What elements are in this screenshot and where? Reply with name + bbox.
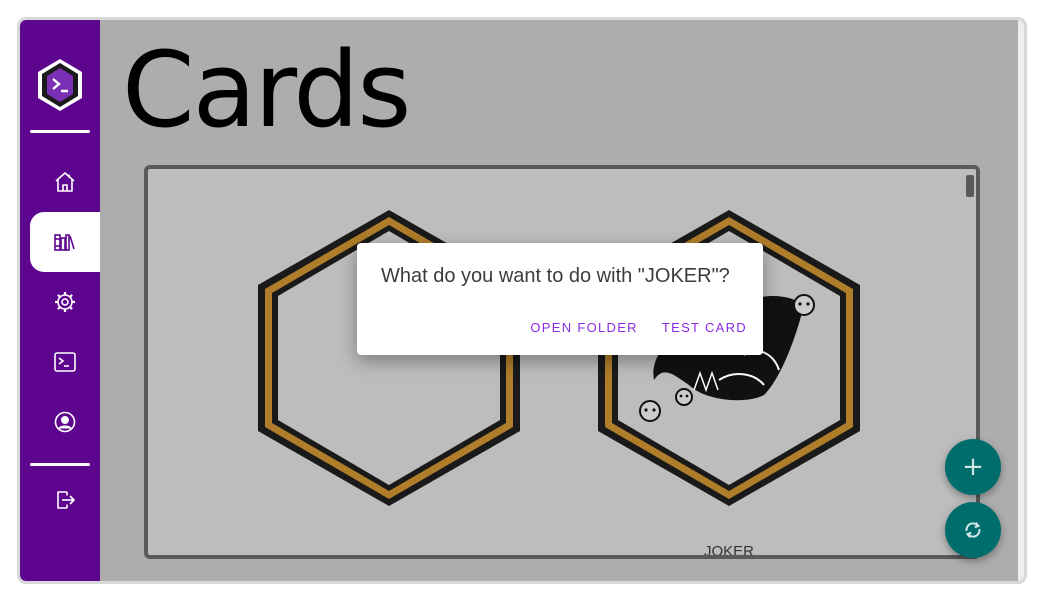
sidebar-item-terminal[interactable] bbox=[30, 332, 100, 392]
sidebar-item-library[interactable] bbox=[30, 212, 100, 272]
sidebar-divider-bottom bbox=[30, 463, 90, 466]
add-card-button[interactable]: + bbox=[945, 439, 1001, 495]
card-action-dialog: What do you want to do with "JOKER"? OPE… bbox=[357, 243, 763, 355]
refresh-button[interactable] bbox=[945, 502, 1001, 558]
account-circle-icon bbox=[54, 411, 76, 433]
sidebar-item-profile[interactable] bbox=[30, 392, 100, 452]
cards-panel: JOKER bbox=[144, 165, 980, 559]
gear-icon bbox=[55, 292, 75, 312]
card-label: JOKER bbox=[703, 543, 754, 559]
home-icon bbox=[55, 172, 75, 192]
page-title: Cards bbox=[122, 29, 411, 151]
test-card-button[interactable]: TEST CARD bbox=[662, 320, 747, 335]
dialog-message: What do you want to do with "JOKER"? bbox=[381, 265, 730, 287]
sidebar bbox=[20, 20, 100, 581]
window-edge bbox=[1018, 20, 1024, 581]
plus-icon: + bbox=[962, 452, 984, 482]
sidebar-divider-top bbox=[30, 130, 90, 133]
app-logo-icon[interactable] bbox=[37, 58, 83, 112]
sidebar-item-settings[interactable] bbox=[30, 272, 100, 332]
sidebar-item-home[interactable] bbox=[30, 152, 100, 212]
dialog-actions: OPEN FOLDER TEST CARD bbox=[530, 320, 747, 335]
sidebar-item-logout[interactable] bbox=[30, 470, 100, 530]
open-folder-button[interactable]: OPEN FOLDER bbox=[530, 320, 637, 335]
refresh-icon bbox=[965, 522, 981, 538]
library-icon bbox=[54, 234, 75, 251]
logout-icon bbox=[57, 491, 75, 509]
scrollbar-thumb[interactable] bbox=[966, 175, 974, 197]
terminal-icon bbox=[54, 352, 76, 372]
